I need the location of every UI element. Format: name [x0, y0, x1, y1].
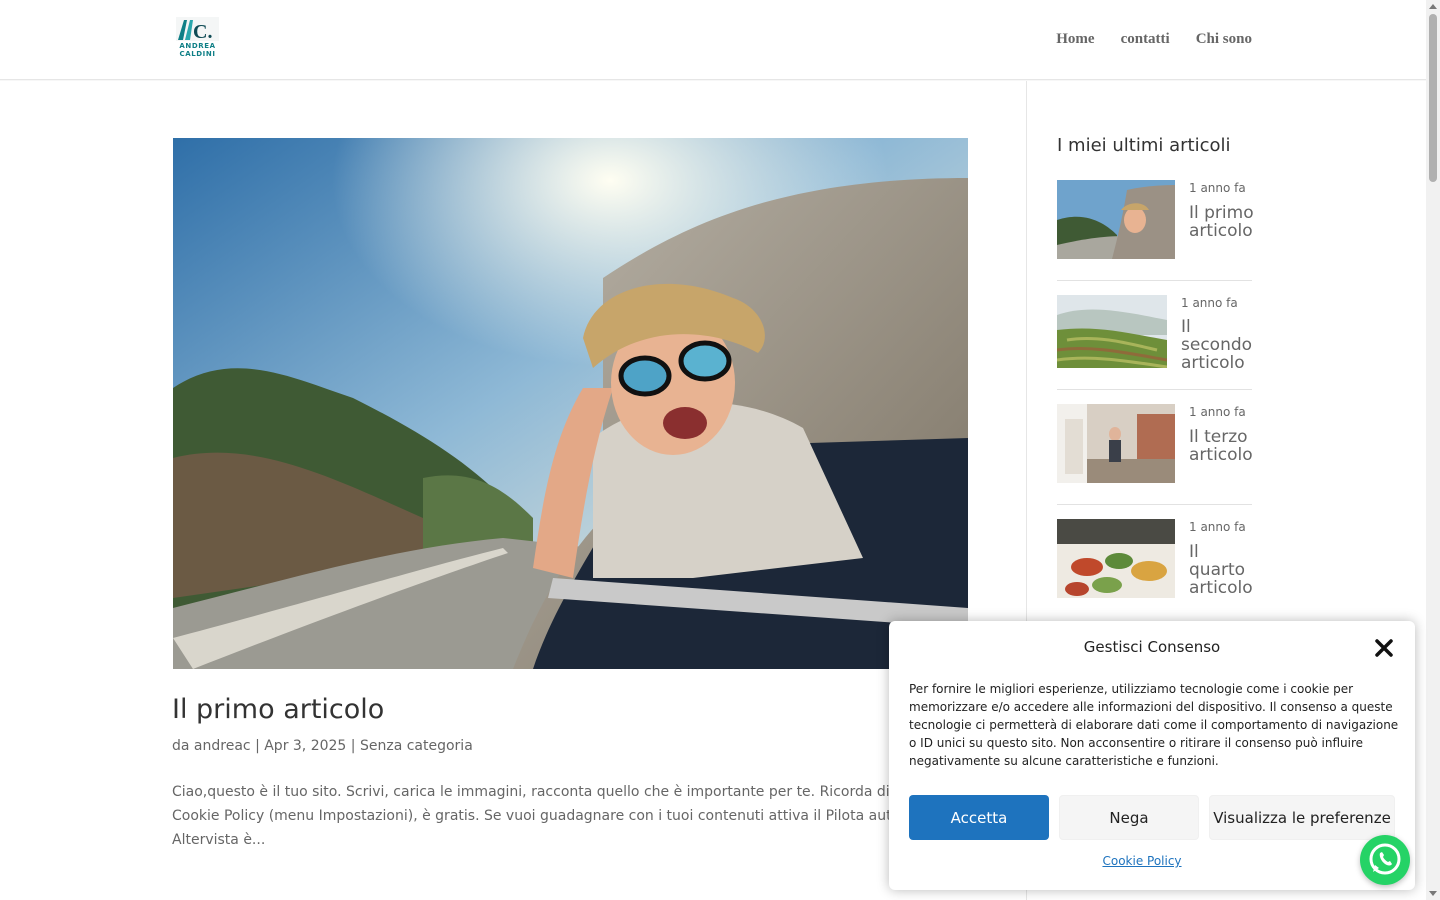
sidebar-article[interactable]: 1 anno fa Il quarto articolo [1057, 519, 1253, 599]
sidebar-article[interactable]: 1 anno fa Il terzo articolo [1057, 404, 1253, 484]
article-thumbnail[interactable] [1057, 519, 1175, 598]
svg-text:C.: C. [193, 21, 212, 41]
cookie-consent-dialog: Gestisci Consenso Per fornire le miglior… [889, 621, 1415, 890]
article-title[interactable]: Il secondo articolo [1181, 318, 1252, 372]
nav-contatti[interactable]: contatti [1121, 31, 1170, 48]
post-category-link[interactable]: Senza categoria [360, 738, 473, 754]
logo-mark: C. [176, 17, 219, 41]
scrollbar-thumb[interactable] [1429, 14, 1437, 182]
article-divider [1057, 280, 1252, 281]
article-age: 1 anno fa [1181, 296, 1238, 310]
post-author-link[interactable]: andreac [194, 738, 251, 754]
nav-home[interactable]: Home [1056, 31, 1094, 48]
deny-button[interactable]: Nega [1059, 795, 1199, 840]
post-title[interactable]: Il primo articolo [172, 694, 384, 725]
main-nav: Home contatti Chi sono [1056, 31, 1252, 48]
cookie-dialog-text: Per fornire le migliori esperienze, util… [909, 682, 1399, 768]
site-logo[interactable]: C. ANDREA CALDINI [176, 17, 219, 62]
accept-button[interactable]: Accetta [909, 795, 1049, 840]
article-age: 1 anno fa [1189, 520, 1246, 534]
article-divider [1057, 389, 1252, 390]
article-divider [1057, 504, 1252, 505]
article-thumbnail[interactable] [1057, 295, 1167, 368]
site-header: C. ANDREA CALDINI Home contatti Chi sono [0, 0, 1426, 80]
logo-line-1: ANDREA [179, 42, 216, 50]
cookie-policy-link[interactable]: Cookie Policy [889, 854, 1395, 868]
article-thumbnail[interactable] [1057, 180, 1175, 259]
sidebar-article[interactable]: 1 anno fa Il secondo articolo [1057, 295, 1252, 372]
post-excerpt: Ciao,questo è il tuo sito. Scrivi, caric… [172, 784, 966, 848]
sidebar-article[interactable]: 1 anno fa Il primo articolo [1057, 180, 1254, 260]
nav-chi-sono[interactable]: Chi sono [1196, 31, 1252, 48]
article-age: 1 anno fa [1189, 181, 1246, 195]
meta-prefix: da [172, 738, 190, 754]
article-title[interactable]: Il quarto articolo [1189, 543, 1259, 597]
whatsapp-button[interactable] [1360, 835, 1410, 885]
scroll-down-arrow-icon[interactable] [1429, 891, 1437, 896]
sidebar-title: I miei ultimi articoli [1057, 135, 1231, 156]
close-icon[interactable] [1373, 637, 1395, 659]
view-preferences-button[interactable]: Visualizza le preferenze [1209, 795, 1395, 840]
article-title[interactable]: Il terzo articolo [1189, 428, 1259, 464]
post-date: Apr 3, 2025 [264, 738, 347, 754]
meta-sep: | [255, 738, 265, 754]
scroll-up-arrow-icon[interactable] [1429, 4, 1437, 9]
article-title[interactable]: Il primo articolo [1189, 204, 1259, 240]
article-thumbnail[interactable] [1057, 404, 1175, 483]
article-age: 1 anno fa [1189, 405, 1246, 419]
logo-text: ANDREA CALDINI [176, 42, 219, 58]
logo-line-2: CALDINI [179, 50, 216, 58]
cookie-dialog-title: Gestisci Consenso [1083, 638, 1221, 656]
page-scrollbar[interactable] [1426, 0, 1440, 900]
meta-sep: | [350, 738, 360, 754]
whatsapp-icon [1369, 843, 1401, 875]
post-featured-image[interactable] [173, 138, 968, 669]
post-meta: da andreac | Apr 3, 2025 | Senza categor… [172, 738, 473, 754]
